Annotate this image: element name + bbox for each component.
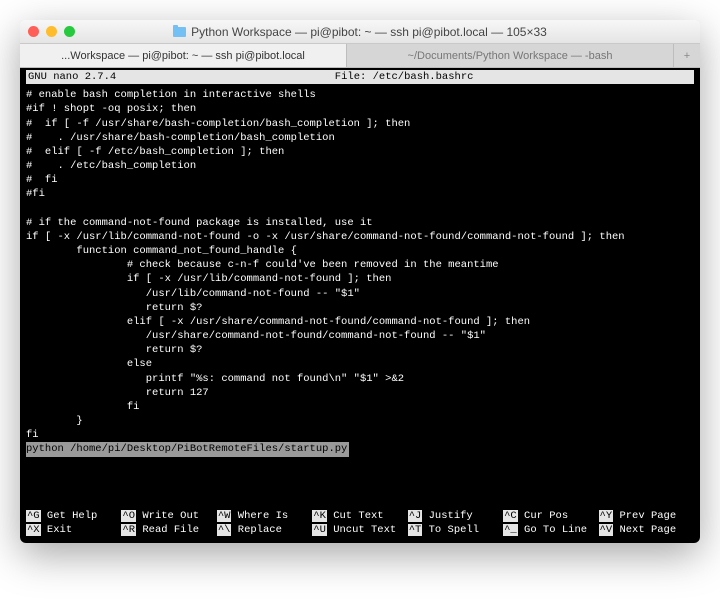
code-line: elif [ -x /usr/share/command-not-found/c… [26,316,530,328]
shortcut-key: ^W [217,510,232,522]
shortcut-item: ^X Exit [26,523,121,537]
nano-shortcuts: ^G Get Help ^O Write Out ^W Where Is ^K … [26,509,694,537]
shortcut-item: ^R Read File [121,523,216,537]
new-tab-button[interactable]: + [674,44,700,67]
tab-active[interactable]: ...Workspace — pi@pibot: ~ — ssh pi@pibo… [20,44,347,67]
tab-inactive-label: ~/Documents/Python Workspace — -bash [408,50,613,62]
code-line: # . /etc/bash_completion [26,160,196,172]
shortcut-key: ^C [503,510,518,522]
code-line: #if ! shopt -oq posix; then [26,103,196,115]
shortcut-key: ^V [599,524,614,536]
editor-content[interactable]: # enable bash completion in interactive … [26,84,694,458]
minimize-icon[interactable] [46,26,57,37]
shortcut-label: Read File [142,524,199,536]
code-line: if [ -x /usr/lib/command-not-found -o -x… [26,231,625,243]
plus-icon: + [684,50,690,62]
shortcut-label: Cut Text [333,510,383,522]
shortcut-item: ^\ Replace [217,523,312,537]
editor-blank-area [26,459,694,507]
shortcut-row: ^X Exit ^R Read File ^\ Replace ^U Uncut… [26,523,694,537]
shortcut-key: ^G [26,510,41,522]
code-line: else [26,358,152,370]
shortcut-key: ^R [121,524,136,536]
code-line: function command_not_found_handle { [26,245,297,257]
shortcut-key: ^_ [503,524,518,536]
code-line: #fi [26,188,45,200]
code-line: # if the command-not-found package is in… [26,217,373,229]
code-line: # . /usr/share/bash-completion/bash_comp… [26,132,335,144]
folder-icon [173,27,186,37]
shortcut-item: ^V Next Page [599,523,694,537]
shortcut-item: ^O Write Out [121,509,216,523]
shortcut-item: ^C Cur Pos [503,509,598,523]
code-line: # fi [26,174,58,186]
nano-header: GNU nano 2.7.4 File: /etc/bash.bashrc [26,70,694,84]
shortcut-key: ^U [312,524,327,536]
tab-bar: ...Workspace — pi@pibot: ~ — ssh pi@pibo… [20,44,700,68]
shortcut-label: Prev Page [619,510,676,522]
code-line: /usr/lib/command-not-found -- "$1" [26,288,360,300]
shortcut-item: ^U Uncut Text [312,523,407,537]
shortcut-item: ^G Get Help [26,509,121,523]
nano-app-name: GNU nano 2.7.4 [28,70,116,84]
shortcut-label: Write Out [142,510,199,522]
shortcut-label: Justify [429,510,473,522]
shortcut-label: Where Is [238,510,288,522]
nano-file-label: File: /etc/bash.bashrc [116,70,692,84]
tab-inactive[interactable]: ~/Documents/Python Workspace — -bash [347,44,674,67]
terminal-body[interactable]: GNU nano 2.7.4 File: /etc/bash.bashrc # … [20,68,700,543]
code-line: } [26,415,83,427]
code-line: # elif [ -f /etc/bash_completion ]; then [26,146,284,158]
shortcut-row: ^G Get Help ^O Write Out ^W Where Is ^K … [26,509,694,523]
shortcut-item: ^W Where Is [217,509,312,523]
tab-active-label: ...Workspace — pi@pibot: ~ — ssh pi@pibo… [61,50,305,62]
shortcut-label: To Spell [429,524,479,536]
titlebar: Python Workspace — pi@pibot: ~ — ssh pi@… [20,20,700,44]
maximize-icon[interactable] [64,26,75,37]
shortcut-item: ^J Justify [408,509,503,523]
shortcut-key: ^J [408,510,423,522]
cursor-line: python /home/pi/Desktop/PiBotRemoteFiles… [26,442,349,456]
code-line: if [ -x /usr/lib/command-not-found ]; th… [26,273,391,285]
code-line: # check because c-n-f could've been remo… [26,259,499,271]
close-icon[interactable] [28,26,39,37]
window-title-text: Python Workspace — pi@pibot: ~ — ssh pi@… [191,25,547,39]
shortcut-key: ^X [26,524,41,536]
code-line: return $? [26,302,202,314]
shortcut-item: ^Y Prev Page [599,509,694,523]
code-line: # enable bash completion in interactive … [26,89,316,101]
code-line: return 127 [26,387,209,399]
terminal-window: Python Workspace — pi@pibot: ~ — ssh pi@… [20,20,700,543]
shortcut-key: ^K [312,510,327,522]
shortcut-label: Next Page [619,524,676,536]
shortcut-label: Go To Line [524,524,587,536]
shortcut-key: ^\ [217,524,232,536]
code-line: return $? [26,344,202,356]
shortcut-key: ^O [121,510,136,522]
code-line: fi [26,429,39,441]
shortcut-label: Cur Pos [524,510,568,522]
shortcut-label: Replace [238,524,282,536]
shortcut-item: ^_ Go To Line [503,523,598,537]
code-line: /usr/share/command-not-found/command-not… [26,330,486,342]
shortcut-label: Exit [47,524,72,536]
code-line: # if [ -f /usr/share/bash-completion/bas… [26,118,410,130]
code-line: printf "%s: command not found\n" "$1" >&… [26,373,404,385]
shortcut-item: ^K Cut Text [312,509,407,523]
shortcut-key: ^Y [599,510,614,522]
shortcut-label: Uncut Text [333,524,396,536]
code-line: fi [26,401,139,413]
window-controls [28,26,75,37]
shortcut-key: ^T [408,524,423,536]
shortcut-item: ^T To Spell [408,523,503,537]
shortcut-label: Get Help [47,510,97,522]
window-title: Python Workspace — pi@pibot: ~ — ssh pi@… [20,25,700,39]
